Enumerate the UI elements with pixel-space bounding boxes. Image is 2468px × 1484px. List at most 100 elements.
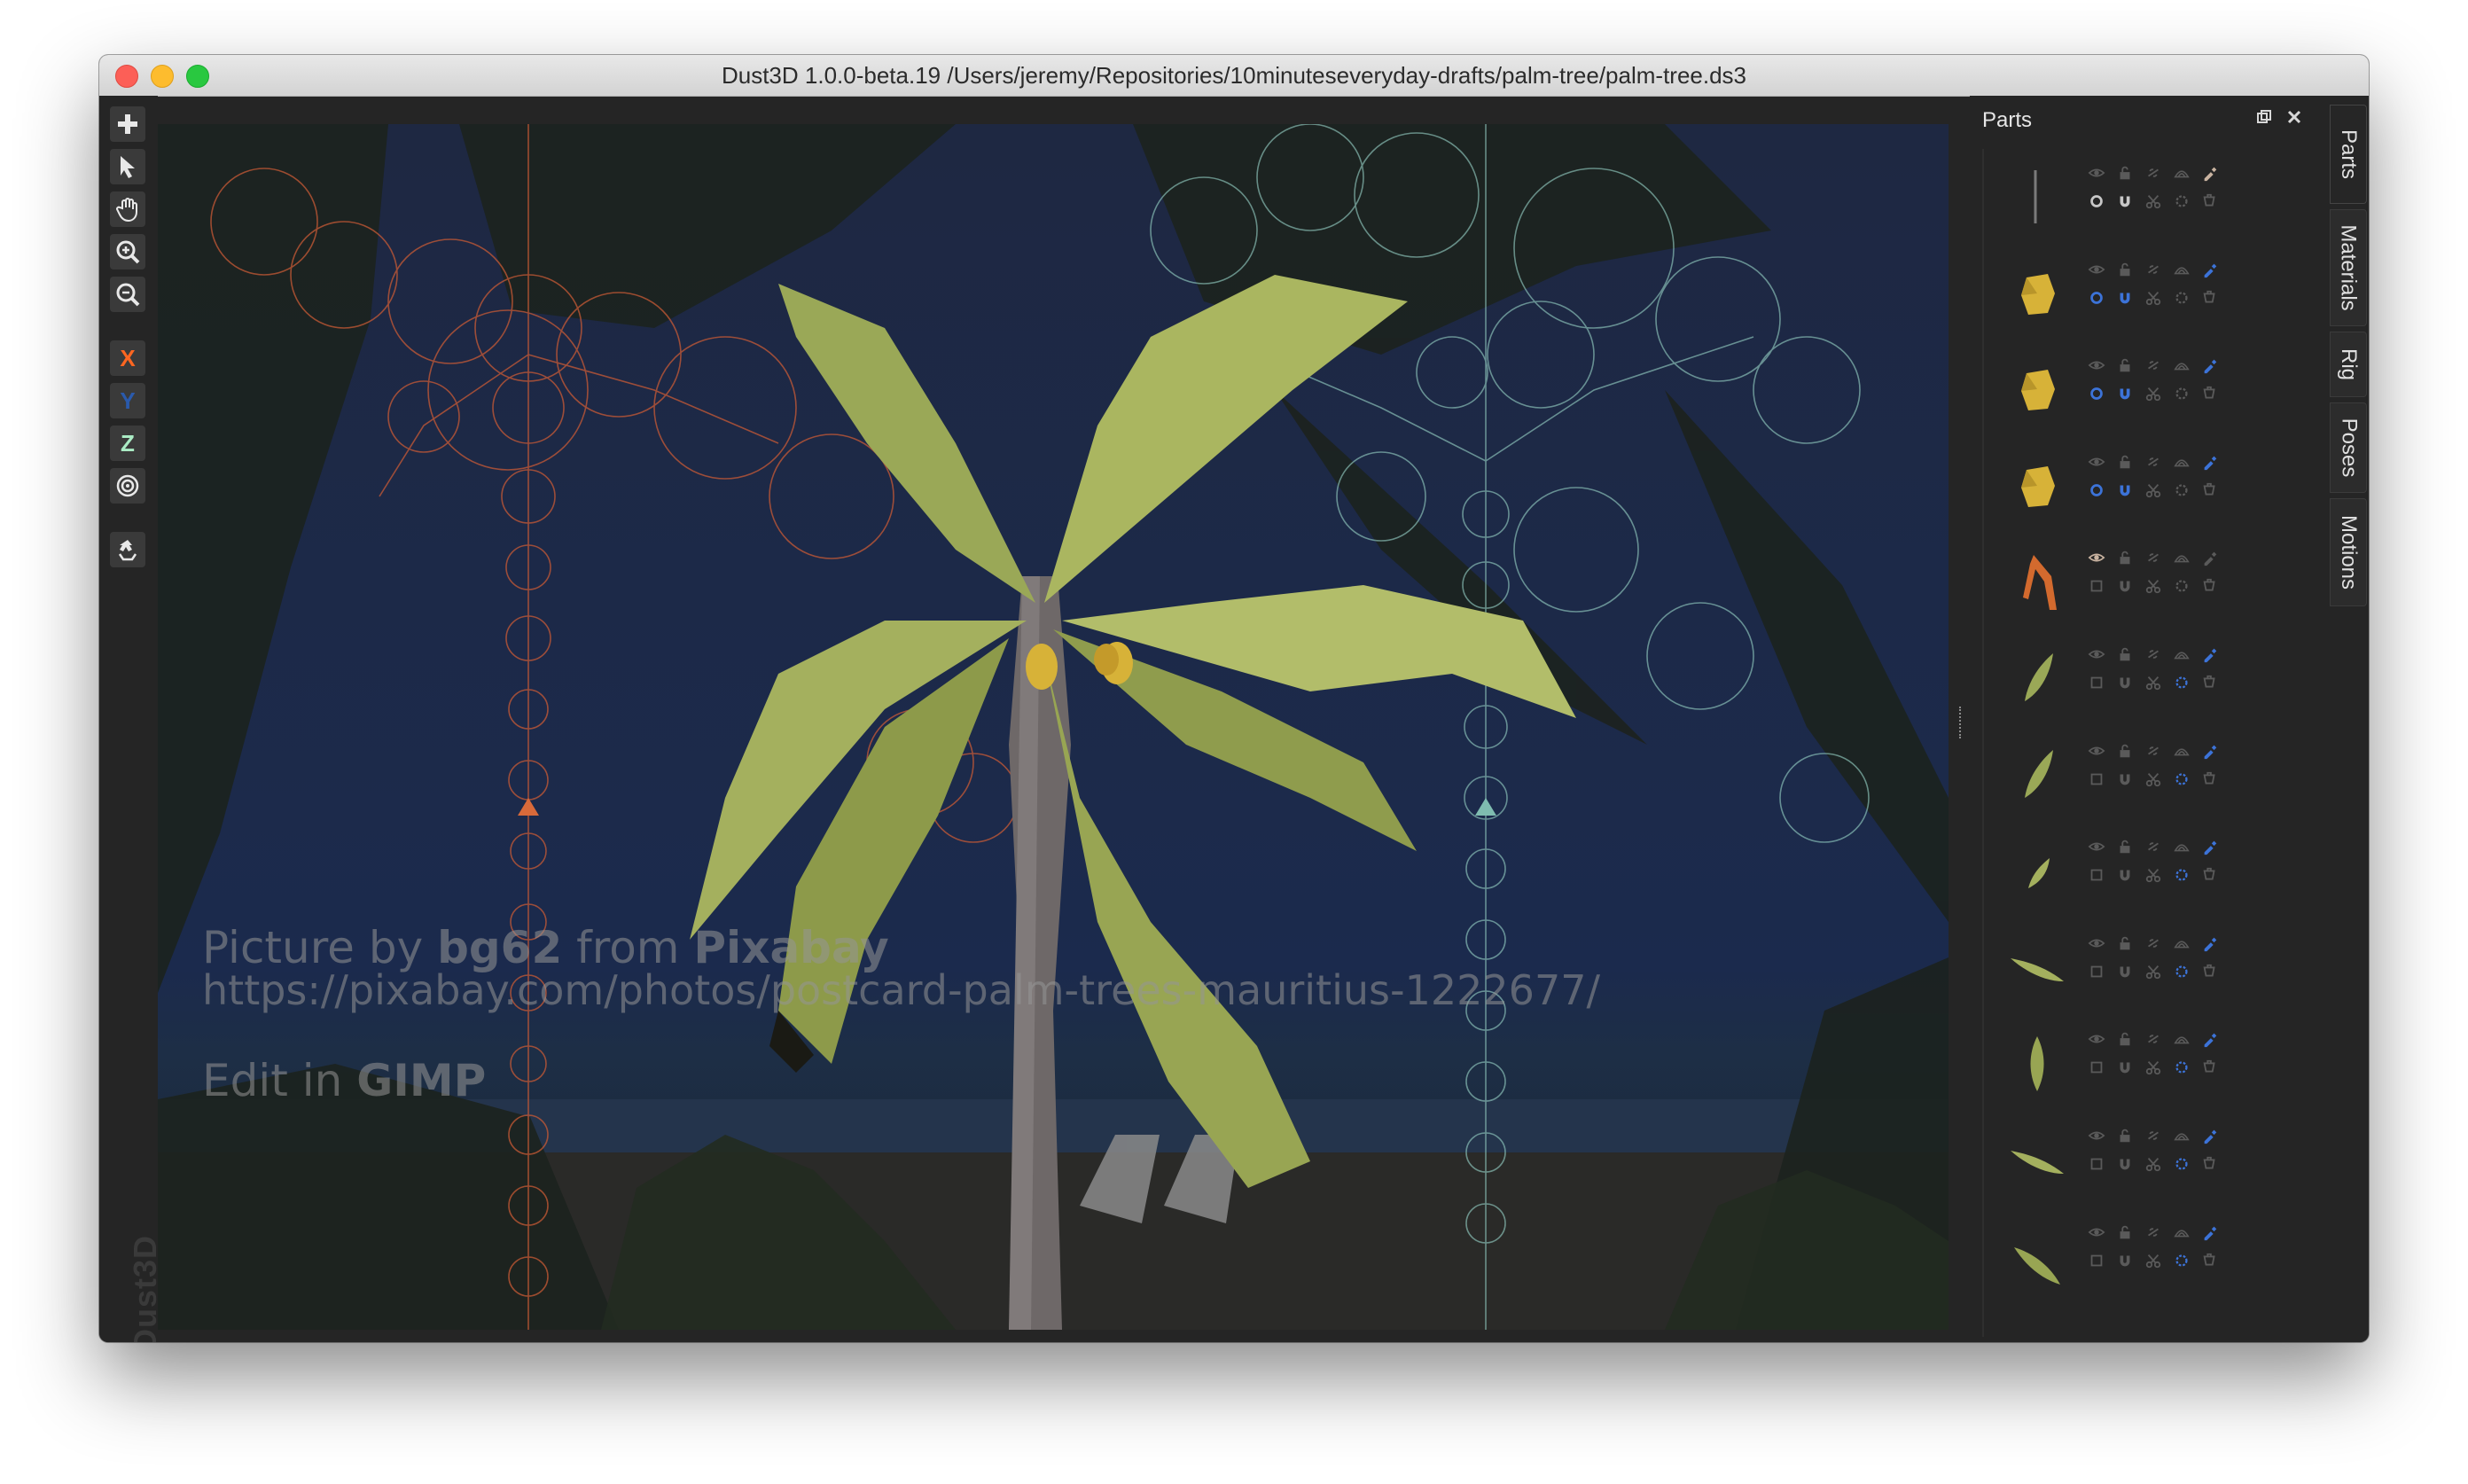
float-window-button[interactable] <box>2253 106 2275 128</box>
snap-button[interactable] <box>2115 1058 2135 1077</box>
visibility-toggle-button[interactable] <box>2087 452 2106 472</box>
rotation-button[interactable] <box>2172 1251 2191 1270</box>
subdivision-button[interactable] <box>2172 1126 2191 1145</box>
color-picker-button[interactable] <box>2200 1029 2220 1049</box>
paint-button[interactable] <box>2200 1058 2220 1077</box>
subdivision-button[interactable] <box>2172 1222 2191 1242</box>
snap-button[interactable] <box>2115 480 2135 500</box>
paint-button[interactable] <box>2200 288 2220 308</box>
paint-button[interactable] <box>2200 576 2220 596</box>
rotation-button[interactable] <box>2172 1154 2191 1174</box>
visibility-toggle-button[interactable] <box>2087 837 2106 856</box>
snap-button[interactable] <box>2115 288 2135 308</box>
disable-link-button[interactable] <box>2144 548 2163 567</box>
xmirror-button[interactable] <box>2087 865 2106 885</box>
visibility-toggle-button[interactable] <box>2087 548 2106 567</box>
subdivision-button[interactable] <box>2172 837 2191 856</box>
cut-button[interactable] <box>2144 1058 2163 1077</box>
cut-button[interactable] <box>2144 1154 2163 1174</box>
lock-toggle-button[interactable] <box>2115 1222 2135 1242</box>
part-item[interactable] <box>1984 534 2321 629</box>
part-item[interactable] <box>1984 630 2321 726</box>
cut-button[interactable] <box>2144 673 2163 692</box>
color-picker-button[interactable] <box>2200 548 2220 567</box>
lock-toggle-button[interactable] <box>2115 452 2135 472</box>
lock-toggle-button[interactable] <box>2115 741 2135 761</box>
cut-button[interactable] <box>2144 865 2163 885</box>
xmirror-button[interactable] <box>2087 480 2106 500</box>
part-item[interactable] <box>1984 438 2321 534</box>
xmirror-button[interactable] <box>2087 288 2106 308</box>
visibility-toggle-button[interactable] <box>2087 163 2106 183</box>
subdivision-button[interactable] <box>2172 741 2191 761</box>
color-picker-button[interactable] <box>2200 741 2220 761</box>
subdivision-button[interactable] <box>2172 644 2191 664</box>
visibility-toggle-button[interactable] <box>2087 1222 2106 1242</box>
y-lock-toggle[interactable]: Y <box>110 383 145 418</box>
snap-button[interactable] <box>2115 962 2135 981</box>
disable-link-button[interactable] <box>2144 837 2163 856</box>
zoom-out-tool-button[interactable] <box>110 277 145 312</box>
disable-link-button[interactable] <box>2144 355 2163 375</box>
color-picker-button[interactable] <box>2200 933 2220 953</box>
visibility-toggle-button[interactable] <box>2087 260 2106 279</box>
paint-button[interactable] <box>2200 384 2220 403</box>
visibility-toggle-button[interactable] <box>2087 355 2106 375</box>
zoom-in-tool-button[interactable] <box>110 234 145 269</box>
snap-button[interactable] <box>2115 769 2135 789</box>
close-panel-button[interactable] <box>2284 106 2305 128</box>
paint-button[interactable] <box>2200 1154 2220 1174</box>
xmirror-button[interactable] <box>2087 1058 2106 1077</box>
paint-button[interactable] <box>2200 191 2220 211</box>
subdivision-button[interactable] <box>2172 1029 2191 1049</box>
rotation-button[interactable] <box>2172 480 2191 500</box>
rotation-button[interactable] <box>2172 576 2191 596</box>
subdivision-button[interactable] <box>2172 355 2191 375</box>
radial-lock-toggle[interactable] <box>110 468 145 504</box>
rotation-button[interactable] <box>2172 769 2191 789</box>
cut-button[interactable] <box>2144 480 2163 500</box>
paint-button[interactable] <box>2200 962 2220 981</box>
xmirror-button[interactable] <box>2087 191 2106 211</box>
xmirror-button[interactable] <box>2087 384 2106 403</box>
paint-button[interactable] <box>2200 865 2220 885</box>
model-canvas[interactable]: Picture by bg62 from Pixabay https://pix… <box>158 124 1949 1330</box>
snap-button[interactable] <box>2115 1154 2135 1174</box>
rotation-button[interactable] <box>2172 288 2191 308</box>
lock-toggle-button[interactable] <box>2115 1126 2135 1145</box>
snap-button[interactable] <box>2115 576 2135 596</box>
cut-button[interactable] <box>2144 288 2163 308</box>
lock-toggle-button[interactable] <box>2115 933 2135 953</box>
xmirror-button[interactable] <box>2087 962 2106 981</box>
cut-button[interactable] <box>2144 191 2163 211</box>
snap-button[interactable] <box>2115 191 2135 211</box>
disable-link-button[interactable] <box>2144 260 2163 279</box>
lock-toggle-button[interactable] <box>2115 163 2135 183</box>
x-mirror-toggle[interactable]: X <box>110 340 145 376</box>
visibility-toggle-button[interactable] <box>2087 741 2106 761</box>
lock-toggle-button[interactable] <box>2115 260 2135 279</box>
xmirror-button[interactable] <box>2087 1154 2106 1174</box>
visibility-toggle-button[interactable] <box>2087 644 2106 664</box>
lock-toggle-button[interactable] <box>2115 355 2135 375</box>
part-item[interactable] <box>1984 919 2321 1015</box>
disable-link-button[interactable] <box>2144 1126 2163 1145</box>
xmirror-button[interactable] <box>2087 1251 2106 1270</box>
paint-button[interactable] <box>2200 1251 2220 1270</box>
disable-link-button[interactable] <box>2144 644 2163 664</box>
color-picker-button[interactable] <box>2200 644 2220 664</box>
part-item[interactable] <box>1984 341 2321 437</box>
panel-splitter-handle[interactable] <box>1959 707 1964 738</box>
rotation-button[interactable] <box>2172 191 2191 211</box>
xmirror-button[interactable] <box>2087 769 2106 789</box>
disable-link-button[interactable] <box>2144 741 2163 761</box>
part-item[interactable] <box>1984 1208 2321 1304</box>
part-item[interactable] <box>1984 823 2321 918</box>
cut-button[interactable] <box>2144 769 2163 789</box>
rotation-button[interactable] <box>2172 962 2191 981</box>
disable-link-button[interactable] <box>2144 1029 2163 1049</box>
lock-toggle-button[interactable] <box>2115 548 2135 567</box>
color-picker-button[interactable] <box>2200 837 2220 856</box>
color-picker-button[interactable] <box>2200 355 2220 375</box>
xmirror-button[interactable] <box>2087 673 2106 692</box>
